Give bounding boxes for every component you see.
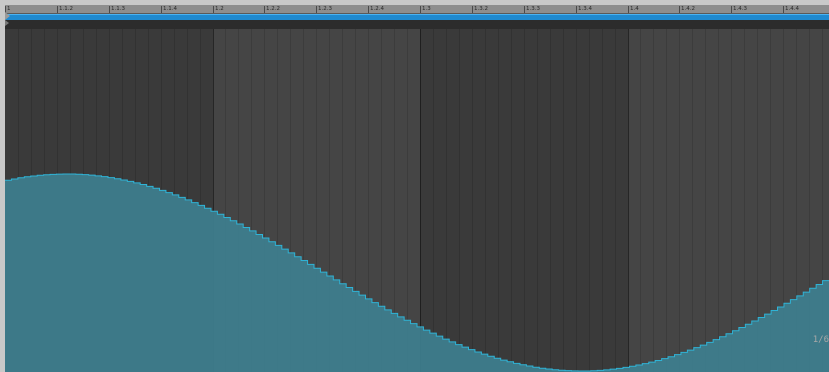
ruler-tick [731,6,732,13]
envelope-fill [5,174,829,372]
ruler-tick [109,6,110,13]
ruler-tick [576,6,577,13]
automation-envelope[interactable] [5,29,829,372]
ruler-tick [213,6,214,13]
ruler-tick [316,6,317,13]
timeline-ruler[interactable]: 1 1.1.2 1.1.3 1.1.4 1.2 1.2.2 1.2.3 1.2.4 1.3 1.3… [5,5,829,14]
ruler-label: 1.4.2 [681,6,695,12]
ruler-label: 1.1.2 [59,6,73,12]
envelope-grid[interactable] [5,29,829,372]
loop-start-marker-icon[interactable] [5,12,10,20]
ruler-label: 1.4.4 [785,6,799,12]
ruler-tick [783,6,784,13]
ruler-tick [420,6,421,13]
ruler-label: 1.1.4 [163,6,177,12]
page-indicator: 1/6 [812,335,829,345]
ruler-tick [368,6,369,13]
ruler-label: 1.2 [215,6,224,12]
ruler-label: 1.3.4 [578,6,592,12]
ruler-label: 1.1.3 [111,6,125,12]
ruler-label: 1.2.2 [266,6,280,12]
start-marker-icon[interactable] [5,20,9,26]
ruler-tick [264,6,265,13]
ruler-label: 1.2.4 [370,6,384,12]
ruler-tick [57,6,58,13]
ruler-label: 1.3.3 [526,6,540,12]
ruler-label: 1.2.3 [318,6,332,12]
ruler-tick [472,6,473,13]
ruler-label: 1.3.2 [474,6,488,12]
ruler-label: 1.4.3 [733,6,747,12]
ruler-tick [628,6,629,13]
ruler-tick [679,6,680,13]
ruler-tick [524,6,525,13]
ruler-label: 1.3 [422,6,431,12]
automation-editor: 1 1.1.2 1.1.3 1.1.4 1.2 1.2.2 1.2.3 1.2.4 1.3 1.3… [5,5,829,372]
clip-header-strip [5,20,829,29]
ruler-tick [161,6,162,13]
ruler-label: 1.4 [630,6,639,12]
